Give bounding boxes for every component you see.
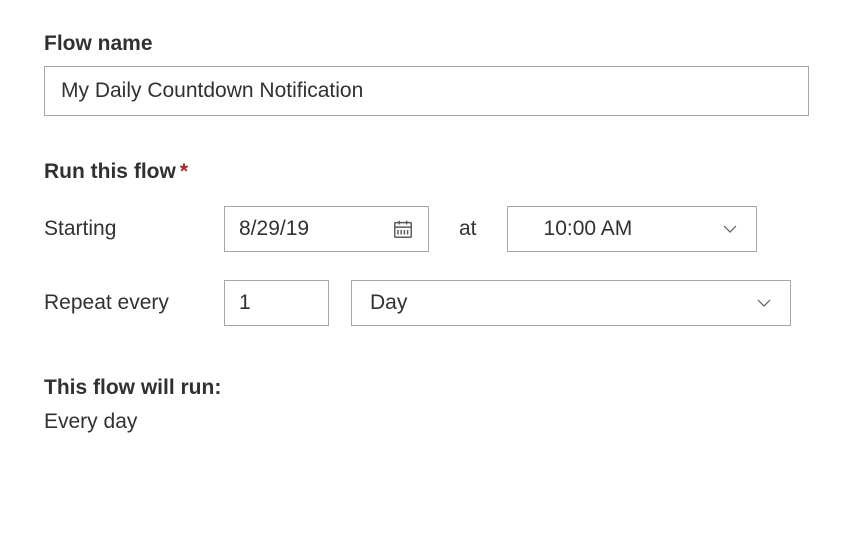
repeat-count-input[interactable] (224, 280, 329, 326)
flow-name-label: Flow name (44, 32, 809, 56)
at-label: at (459, 217, 477, 241)
starting-date-value: 8/29/19 (239, 217, 392, 241)
starting-time-value: 10:00 AM (526, 217, 722, 241)
run-flow-label-text: Run this flow (44, 160, 176, 183)
flow-name-input[interactable] (44, 66, 809, 116)
repeat-every-label: Repeat every (44, 291, 224, 315)
chevron-down-icon (756, 295, 772, 311)
summary-label: This flow will run: (44, 376, 809, 400)
repeat-unit-value: Day (370, 291, 756, 315)
starting-date-field[interactable]: 8/29/19 (224, 206, 429, 252)
starting-label: Starting (44, 217, 224, 241)
summary-text: Every day (44, 410, 809, 434)
run-flow-label: Run this flow* (44, 160, 809, 184)
required-indicator: * (180, 160, 188, 183)
chevron-down-icon (722, 221, 738, 237)
starting-time-dropdown[interactable]: 10:00 AM (507, 206, 757, 252)
calendar-icon (392, 218, 414, 240)
repeat-unit-dropdown[interactable]: Day (351, 280, 791, 326)
